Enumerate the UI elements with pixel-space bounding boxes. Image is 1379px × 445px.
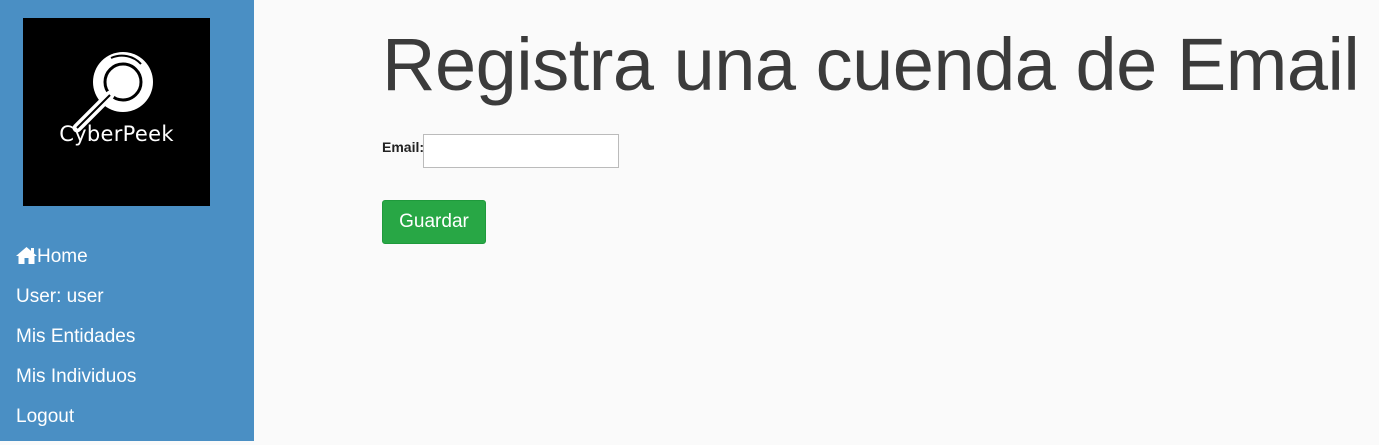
sidebar-item-home[interactable]: Home — [16, 245, 136, 285]
sidebar-item-label: Mis Individuos — [16, 366, 137, 387]
sidebar-item-label: User: user — [16, 286, 104, 307]
sidebar-nav: Home User: user Mis Entidades Mis Indivi… — [16, 245, 136, 445]
brand-logo[interactable]: CyberPeek — [23, 18, 210, 206]
email-label: Email: — [382, 139, 425, 155]
home-icon — [16, 247, 37, 264]
sidebar-item-user[interactable]: User: user — [16, 285, 136, 325]
sidebar: CyberPeek Home User: user Mis Entidades … — [0, 0, 254, 441]
sidebar-item-logout[interactable]: Logout — [16, 405, 136, 445]
save-button[interactable]: Guardar — [382, 200, 486, 244]
brand-name: CyberPeek — [59, 122, 174, 146]
sidebar-item-label: Logout — [16, 406, 75, 427]
sidebar-item-mis-entidades[interactable]: Mis Entidades — [16, 325, 136, 365]
page-title: Registra una cuenda de Email — [382, 23, 1360, 106]
sidebar-item-label: Mis Entidades — [16, 326, 136, 347]
sidebar-item-label: Home — [37, 246, 88, 267]
email-field[interactable] — [423, 134, 619, 168]
sidebar-item-mis-individuos[interactable]: Mis Individuos — [16, 365, 136, 405]
